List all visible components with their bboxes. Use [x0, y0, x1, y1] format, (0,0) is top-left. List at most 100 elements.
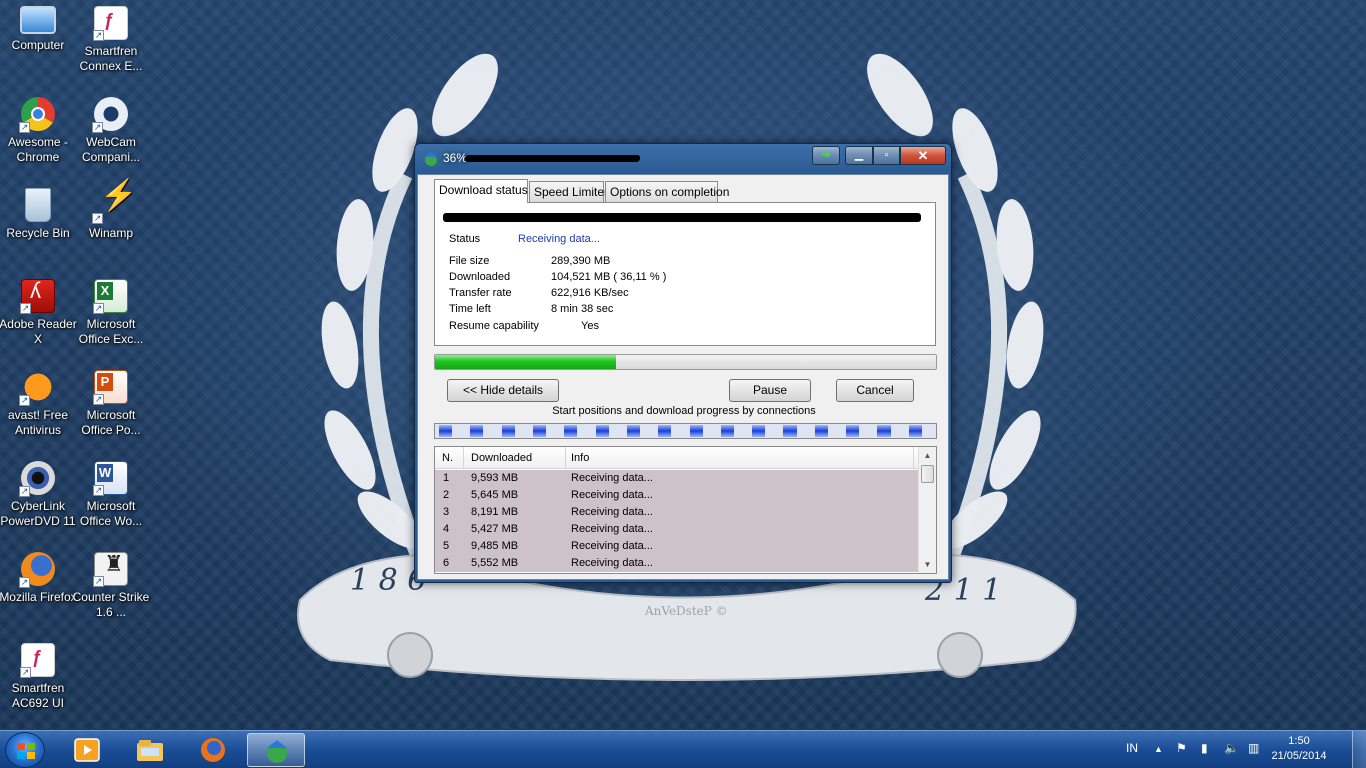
- desktop-icon-label: Awesome - Chrome: [8, 135, 68, 164]
- connection-segment: [501, 425, 515, 437]
- connection-segment: [908, 425, 922, 437]
- media-player-icon: [74, 738, 100, 762]
- column-divider[interactable]: [565, 447, 566, 469]
- title-bar[interactable]: 36% ➔ ▁ ▫ ✕: [415, 144, 951, 172]
- connection-info: Receiving data...: [571, 557, 653, 569]
- idm-icon: [267, 740, 287, 763]
- hide-details-button[interactable]: << Hide details: [447, 379, 559, 402]
- connection-segment: [595, 425, 609, 437]
- desktop-icon-excel[interactable]: X ↗ Microsoft Office Exc...: [72, 279, 150, 347]
- start-button[interactable]: [5, 732, 45, 768]
- network-icon[interactable]: ▥: [1248, 741, 1259, 755]
- explorer-icon: [137, 740, 163, 761]
- connection-segment: [814, 425, 828, 437]
- redacted-title: [464, 155, 641, 162]
- file-size-value: 289,390 MB: [551, 255, 611, 267]
- taskbar-media-player[interactable]: [58, 733, 116, 767]
- close-icon: ✕: [917, 148, 929, 163]
- column-divider[interactable]: [463, 447, 464, 469]
- column-divider[interactable]: [913, 447, 914, 469]
- cancel-button[interactable]: Cancel: [836, 379, 914, 402]
- show-desktop-button[interactable]: [1352, 731, 1366, 768]
- desktop-icon-word[interactable]: W ↗ Microsoft Office Wo...: [72, 461, 150, 529]
- language-indicator[interactable]: IN: [1126, 741, 1138, 755]
- desktop-icon-computer[interactable]: Computer: [0, 6, 77, 53]
- download-progress-fill: [435, 355, 616, 369]
- scroll-up-icon[interactable]: ▲: [919, 447, 936, 464]
- tab-download-status[interactable]: Download status: [434, 179, 528, 203]
- scroll-thumb[interactable]: [921, 465, 934, 483]
- tab-options-on-completion[interactable]: Options on completion: [605, 181, 729, 202]
- desktop-icon-adobe-reader[interactable]: ʎ ↗ Adobe Reader X: [0, 279, 77, 347]
- taskbar: IN ▲ ⚑ ▮ 🔈 ▥ 1:50 21/05/2014: [0, 730, 1366, 768]
- tab-label: Speed Limiter: [534, 185, 609, 199]
- wallpaper-signature: AnVeDsteP ©: [644, 604, 728, 618]
- desktop-icon-avast[interactable]: ↗ avast! Free Antivirus: [0, 370, 77, 438]
- connections-list[interactable]: N. Downloaded Info 1 9,593 MB Receiving da…: [434, 446, 937, 574]
- show-hidden-icons-icon[interactable]: ▲: [1154, 744, 1163, 754]
- volume-icon[interactable]: 🔈: [1224, 741, 1239, 755]
- connection-segment: [564, 425, 578, 437]
- power-icon[interactable]: ▮: [1201, 741, 1208, 755]
- downloaded-label: Downloaded: [449, 271, 511, 283]
- taskbar-idm[interactable]: [247, 733, 305, 767]
- desktop-icon-smartfren-ac692[interactable]: ƒ ↗ Smartfren AC692 UI: [0, 643, 77, 711]
- status-value: Receiving data...: [518, 233, 600, 245]
- close-button[interactable]: ✕: [900, 146, 946, 165]
- table-row[interactable]: 6 5,552 MB Receiving data...: [435, 555, 918, 572]
- desktop-icon-label: Counter Strike 1.6 ...: [72, 590, 150, 619]
- desktop-icon-label: Smartfren AC692 UI: [11, 681, 65, 710]
- connection-info: Receiving data...: [571, 540, 653, 552]
- desktop-icon-webcam[interactable]: ↗ WebCam Compani...: [72, 97, 150, 165]
- desktop-icon-smartfren-connex[interactable]: ↗ ƒ Smartfren Connex E...: [72, 6, 150, 74]
- tab-speed-limiter[interactable]: Speed Limiter: [529, 181, 608, 202]
- pause-button[interactable]: Pause: [729, 379, 811, 402]
- connection-segment: [626, 425, 641, 437]
- table-row[interactable]: 3 8,191 MB Receiving data...: [435, 504, 918, 521]
- adobe-reader-icon: ʎ ↗: [20, 279, 55, 314]
- desktop-icon-powerpoint[interactable]: P ↗ Microsoft Office Po...: [72, 370, 150, 438]
- table-row[interactable]: 4 5,427 MB Receiving data...: [435, 521, 918, 538]
- table-row[interactable]: 2 5,645 MB Receiving data...: [435, 487, 918, 504]
- recycle-bin-icon: [25, 188, 51, 222]
- desktop-icon-label: WebCam Compani...: [81, 135, 141, 164]
- desktop-icon-recycle-bin[interactable]: Recycle Bin: [0, 188, 77, 241]
- desktop-icon-label: Recycle Bin: [6, 226, 70, 240]
- desktop-icon-winamp[interactable]: ⚡ ↗ Winamp: [72, 181, 150, 241]
- firefox-icon: ↗: [19, 552, 55, 588]
- transfer-rate-label: Transfer rate: [449, 287, 512, 299]
- idm-globe-icon: [425, 152, 437, 166]
- table-row[interactable]: 1 9,593 MB Receiving data...: [435, 470, 918, 487]
- desktop-icon-chrome[interactable]: ↗ Awesome - Chrome: [0, 97, 77, 165]
- excel-icon: X ↗: [93, 279, 128, 314]
- taskbar-explorer[interactable]: [121, 733, 179, 767]
- column-header-info[interactable]: Info: [571, 452, 589, 464]
- connection-downloaded: 9,485 MB: [471, 540, 519, 552]
- connection-segment: [720, 425, 734, 437]
- maximize-button[interactable]: ▫: [873, 146, 900, 165]
- connection-number: 4: [443, 523, 450, 535]
- clock[interactable]: 1:50 21/05/2014: [1268, 734, 1330, 764]
- connection-segment: [439, 425, 453, 437]
- desktop-icon-counter-strike[interactable]: ♜ ↗ Counter Strike 1.6 ...: [72, 552, 150, 620]
- desktop-icon-label: Mozilla Firefox: [0, 590, 77, 604]
- column-header-downloaded[interactable]: Downloaded: [471, 452, 532, 464]
- connection-downloaded: 9,593 MB: [471, 472, 519, 484]
- tab-label: Download status: [439, 183, 528, 197]
- list-scrollbar[interactable]: ▲ ▼: [918, 447, 936, 573]
- column-header-n[interactable]: N.: [442, 452, 453, 464]
- action-center-flag-icon[interactable]: ⚑: [1176, 741, 1187, 755]
- taskbar-firefox[interactable]: [184, 733, 242, 767]
- word-icon: W ↗: [93, 461, 128, 496]
- desktop-icon-powerdvd[interactable]: ↗ CyberLink PowerDVD 11: [0, 461, 77, 529]
- scroll-down-icon[interactable]: ▼: [919, 556, 936, 573]
- connection-downloaded: 5,427 MB: [471, 523, 519, 535]
- resume-capability-label: Resume capability: [449, 320, 539, 332]
- desktop-icon-label: Microsoft Office Exc...: [78, 317, 144, 346]
- send-to-tray-button[interactable]: ➔: [812, 146, 840, 165]
- desktop-icon-firefox[interactable]: ↗ Mozilla Firefox: [0, 552, 77, 605]
- file-size-label: File size: [449, 255, 490, 267]
- connection-segment: [532, 425, 547, 437]
- minimize-button[interactable]: ▁: [845, 146, 873, 165]
- table-row[interactable]: 5 9,485 MB Receiving data...: [435, 538, 918, 555]
